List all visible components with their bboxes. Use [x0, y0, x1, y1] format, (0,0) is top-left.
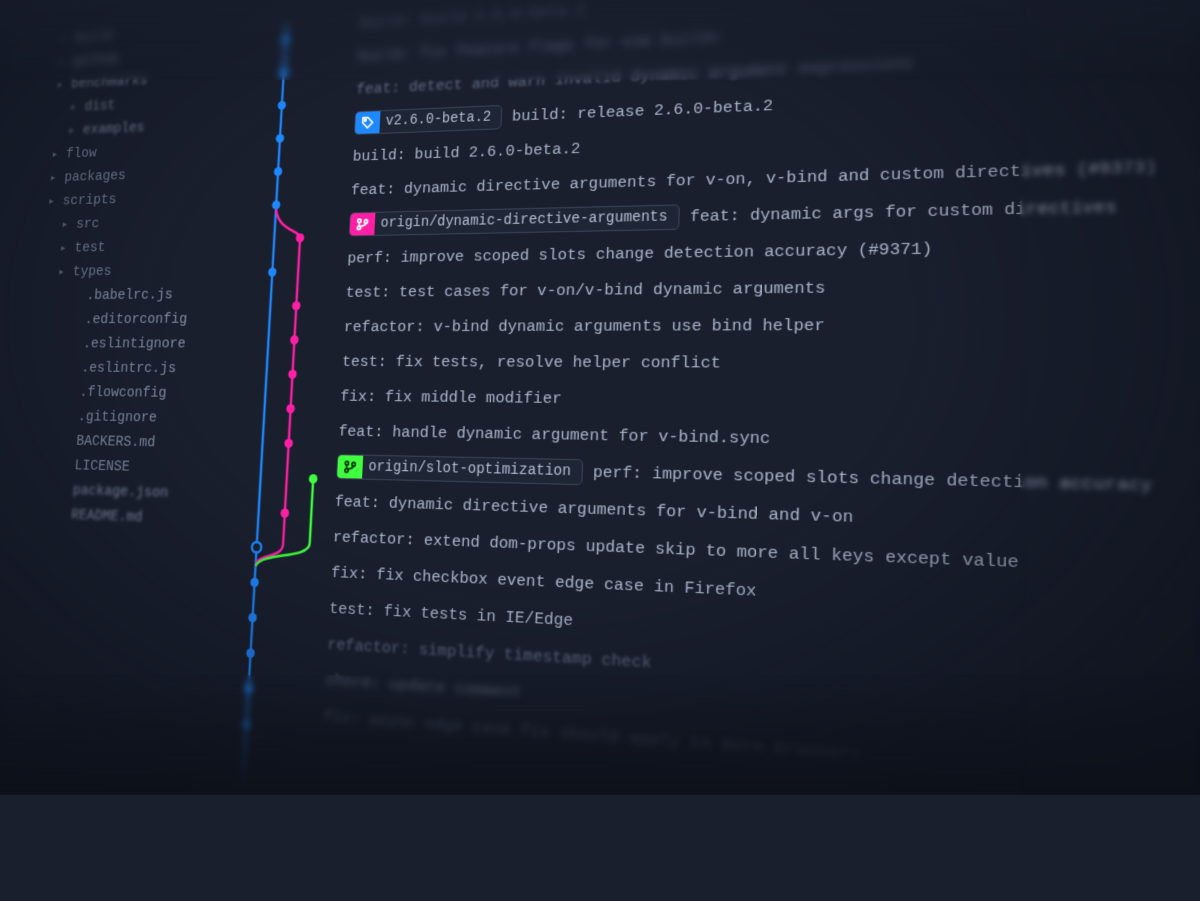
graph-gutter — [201, 515, 334, 555]
git-branch-icon — [337, 454, 363, 479]
graph-gutter — [215, 276, 346, 311]
tree-item-label: test — [74, 239, 106, 256]
commit-message: build: release 2.6.0-beta.2 — [512, 96, 774, 126]
commit-row[interactable]: refactor: v-bind dynamic arguments use b… — [213, 304, 1200, 345]
ref-label: origin/slot-optimization — [362, 459, 581, 481]
tag-icon — [355, 110, 381, 135]
caret-right-icon: ▸ — [59, 56, 68, 68]
tree-item-label: flow — [66, 145, 98, 162]
commit-message: perf: improve scoped slots change detect… — [593, 463, 1153, 497]
tree-item-label: types — [72, 263, 112, 280]
caret-right-icon: ▸ — [61, 33, 70, 45]
tree-item-label: build — [74, 28, 113, 46]
commit-message: fix: fix middle modifier — [340, 387, 562, 408]
file-tree-file[interactable]: .editorconfig — [31, 307, 215, 332]
caret-right-icon: ▸ — [52, 149, 61, 161]
tree-item-label: package.json — [72, 482, 168, 502]
tree-item-label: .eslintrc.js — [81, 360, 177, 377]
graph-gutter — [209, 378, 341, 414]
graph-gutter — [203, 481, 336, 520]
file-tree-file[interactable]: README.md — [17, 501, 203, 532]
file-tree-file[interactable]: .eslintignore — [30, 332, 215, 357]
tree-item-label: dist — [84, 97, 116, 114]
graph-gutter — [220, 207, 351, 243]
graph-gutter — [224, 140, 354, 178]
commit-message: test: fix tests in IE/Edge — [329, 599, 574, 631]
commit-message: refactor: v-bind dynamic arguments use b… — [343, 316, 825, 337]
ref-label: v2.6.0-beta.2 — [380, 109, 502, 130]
commit-message: build: build 2.6.0-beta.1 — [359, 1, 585, 32]
commit-graph-panel: build: build 2.6.0-beta.1build: fix feat… — [186, 0, 1200, 901]
tree-item-label: .eslintignore — [83, 336, 187, 353]
graph-gutter — [205, 446, 337, 484]
ref-label: origin/dynamic-directive-arguments — [374, 209, 678, 232]
caret-right-icon: ▸ — [71, 102, 80, 114]
file-tree-folder[interactable]: ▸ types — [35, 258, 219, 285]
tree-item-label: src — [76, 216, 100, 233]
graph-gutter — [190, 690, 324, 735]
file-tree-file[interactable]: .eslintrc.js — [28, 356, 213, 381]
caret-right-icon: ▸ — [51, 172, 60, 184]
caret-right-icon: ▸ — [62, 219, 71, 231]
tree-item-label: .gitignore — [77, 409, 157, 427]
tree-item-label: examples — [82, 120, 145, 139]
tree-item-label: .flowconfig — [79, 384, 167, 402]
file-tree-folder[interactable]: ▸ test — [37, 233, 221, 260]
tree-item-label: .babelrc.js — [86, 287, 173, 304]
caret-right-icon: ▸ — [61, 243, 70, 255]
commit-message: build: build 2.6.0-beta.2 — [352, 139, 580, 165]
git-branch-icon — [350, 212, 376, 237]
graph-gutter — [211, 344, 343, 379]
commit-message: test: fix tests, resolve helper conflict — [342, 353, 721, 373]
commit-message: feat: dynamic args for custom directives — [690, 197, 1117, 226]
tree-item-label: README.md — [71, 507, 143, 526]
file-tree-file[interactable]: .gitignore — [24, 404, 209, 431]
tree-item-label: BACKERS.md — [76, 433, 156, 451]
tree-item-label: github — [72, 51, 119, 69]
graph-gutter — [213, 310, 344, 344]
graph-gutter — [218, 241, 349, 277]
commit-message: perf: improve scoped slots change detect… — [347, 239, 933, 267]
branch-ref[interactable]: origin/slot-optimization — [336, 454, 583, 485]
caret-right-icon: ▸ — [59, 266, 68, 278]
version-tag[interactable]: v2.6.0-beta.2 — [354, 105, 503, 135]
tree-item-label: LICENSE — [74, 457, 130, 475]
caret-right-icon: ▸ — [69, 125, 78, 137]
graph-gutter — [207, 412, 339, 449]
file-tree-file[interactable]: .babelrc.js — [33, 282, 217, 308]
tree-item-label: packages — [64, 168, 126, 186]
tree-item-label: .editorconfig — [84, 311, 187, 328]
commit-message: feat: handle dynamic argument for v-bind… — [338, 422, 770, 448]
graph-gutter — [222, 174, 352, 211]
branch-ref[interactable]: origin/dynamic-directive-arguments — [349, 204, 680, 236]
graph-gutter — [226, 106, 356, 144]
tree-item-label: benchmarks — [71, 72, 148, 92]
commit-message: test: test cases for v-on/v-bind dynamic… — [345, 278, 825, 302]
caret-right-icon: ▸ — [57, 79, 66, 91]
caret-right-icon: ▸ — [49, 196, 58, 208]
file-tree-file[interactable]: .flowconfig — [26, 380, 211, 406]
commit-message: chore: update comment — [325, 671, 522, 703]
tree-item-label: scripts — [62, 192, 117, 210]
